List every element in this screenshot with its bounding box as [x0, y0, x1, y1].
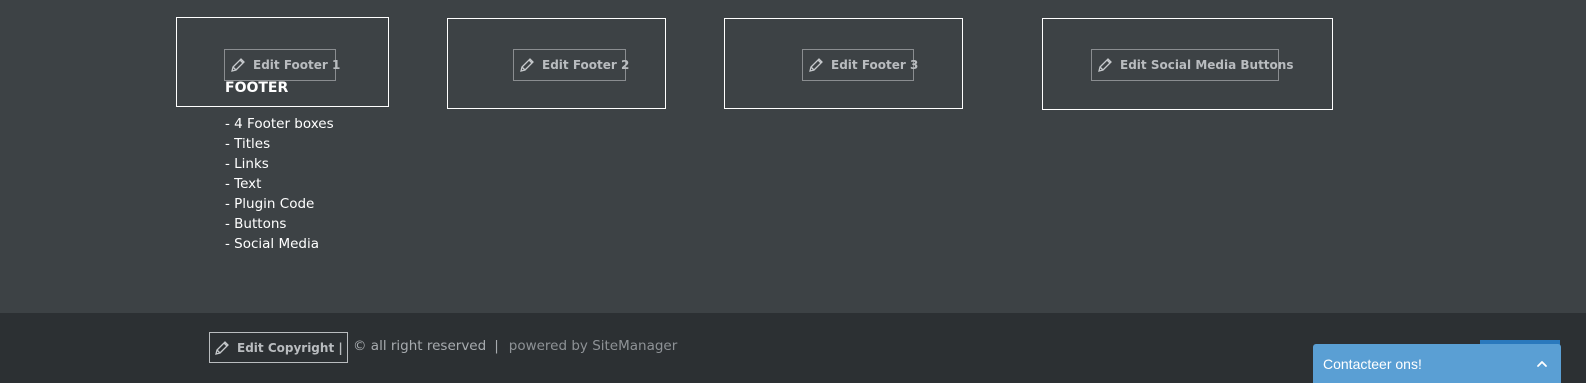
separator: |: [494, 338, 499, 354]
edit-footer-3-label: Edit Footer 3: [831, 58, 919, 72]
list-item: - Social Media: [225, 236, 320, 252]
edit-footer-3-button[interactable]: Edit Footer 3: [802, 49, 918, 81]
list-item: - Text: [225, 176, 262, 192]
pencil-icon: [807, 56, 825, 74]
pencil-icon: [213, 339, 231, 357]
edit-copyright-button[interactable]: Edit Copyright |: [209, 332, 349, 363]
list-item: - 4 Footer boxes: [225, 116, 334, 132]
edit-social-media-label: Edit Social Media Buttons: [1120, 58, 1294, 72]
contact-widget-label: Contacteer ons!: [1323, 355, 1422, 372]
edit-footer-1-button[interactable]: Edit Footer 1: [224, 49, 340, 81]
list-item: - Links: [225, 156, 269, 172]
list-item: - Plugin Code: [225, 196, 315, 212]
edit-footer-2-label: Edit Footer 2: [542, 58, 630, 72]
copyright-notice: © all right reserved: [353, 338, 487, 354]
edit-footer-2-button[interactable]: Edit Footer 2: [513, 49, 630, 81]
list-item: - Titles: [225, 136, 271, 152]
list-item: - Buttons: [225, 216, 287, 232]
edit-copyright-label: Edit Copyright |: [237, 340, 343, 355]
copyright-line: © all right reserved | powered by SiteMana…: [353, 338, 677, 354]
powered-by-link[interactable]: powered by SiteManager: [509, 338, 678, 354]
contact-widget[interactable]: Contacteer ons!: [1313, 344, 1561, 383]
pencil-icon: [229, 56, 247, 74]
footer-feature-list: - 4 Footer boxes - Titles - Links - Text…: [225, 114, 334, 254]
pencil-icon: [1096, 56, 1114, 74]
edit-social-media-button[interactable]: Edit Social Media Buttons: [1091, 49, 1293, 81]
footer-heading: FOOTER: [225, 80, 289, 96]
chevron-up-icon[interactable]: [1535, 357, 1549, 371]
edit-footer-1-label: Edit Footer 1: [253, 58, 341, 72]
pencil-icon: [518, 56, 536, 74]
